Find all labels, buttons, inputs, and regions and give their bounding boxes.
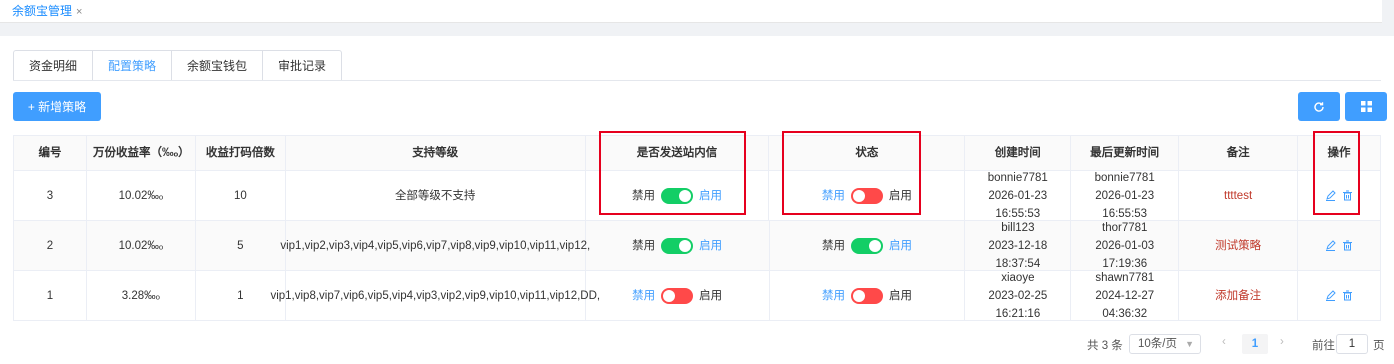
switch-on-label: 启用 (888, 289, 912, 302)
page-number-current[interactable]: 1 (1242, 334, 1268, 354)
page-unit-label: 页 (1373, 340, 1385, 352)
updated-by: shawn7781 (1095, 271, 1155, 284)
chevron-down-icon: ▼ (1185, 339, 1194, 349)
created-at: 2023-12-18 18:37:54 (988, 239, 1048, 270)
cell-status: 禁用 启用 (770, 271, 966, 320)
cell-levels: vip1,vip8,vip7,vip6,vip5,vip4,vip3,vip2,… (270, 271, 600, 320)
cell-status: 禁用 启用 (770, 221, 966, 270)
created-at: 2026-01-23 16:55:53 (988, 189, 1048, 220)
top-tab-bar: 余额宝管理 × (0, 0, 1394, 23)
updated-at: 2026-01-03 17:19:36 (1095, 239, 1155, 270)
tab-wallet[interactable]: 余额宝钱包 (171, 50, 263, 81)
message-switch[interactable] (661, 237, 694, 254)
refresh-button[interactable] (1298, 92, 1340, 121)
cell-updated: bonnie7781 2026-01-23 16:55:53 (1071, 171, 1180, 220)
prev-page-icon[interactable]: ‹ (1222, 336, 1226, 348)
cell-id: 3 (14, 171, 87, 220)
switch-on-label: 启用 (888, 239, 912, 252)
tab-approval-records[interactable]: 审批记录 (262, 50, 343, 81)
updated-by: bonnie7781 (1094, 171, 1155, 184)
add-strategy-button[interactable]: + 新增策略 (13, 92, 101, 121)
cell-created: xiaoye 2023-02-25 16:21:16 (965, 271, 1072, 320)
cell-levels: vip1,vip2,vip3,vip4,vip5,vip6,vip7,vip8,… (280, 221, 590, 270)
cell-send-message: 禁用 启用 (586, 271, 770, 320)
cell-updated: shawn7781 2024-12-27 04:36:32 (1071, 271, 1180, 320)
tab-fund-details[interactable]: 资金明细 (13, 50, 93, 81)
updated-at: 2026-01-23 16:55:53 (1095, 189, 1155, 220)
switch-on-label: 启用 (699, 289, 723, 302)
switch-off-label: 禁用 (821, 289, 845, 302)
cell-rate: 10.02‰ₒ (87, 221, 196, 270)
cell-actions (1298, 221, 1382, 270)
switch-off-label: 禁用 (632, 289, 656, 302)
header-id: 编号 (14, 136, 87, 170)
goto-page-input[interactable]: 1 (1336, 334, 1368, 354)
header-rate: 万份收益率（‰ₒ） (87, 136, 196, 170)
header-levels: 支持等级 (286, 136, 586, 170)
next-page-icon[interactable]: › (1280, 336, 1284, 348)
cell-created: bonnie7781 2026-01-23 16:55:53 (965, 171, 1072, 220)
goto-label: 前往 (1312, 340, 1335, 352)
page-size-select[interactable]: 10条/页 ▼ (1129, 334, 1201, 354)
cell-multiplier: 10 (196, 171, 286, 220)
header-created: 创建时间 (965, 136, 1072, 170)
refresh-icon (1314, 101, 1324, 112)
subtabs: 资金明细 配置策略 余额宝钱包 审批记录 (13, 50, 343, 81)
created-by: bill123 (1001, 221, 1035, 234)
switch-off-label: 禁用 (632, 239, 656, 252)
message-switch[interactable] (661, 287, 694, 304)
cell-remark: 测试策略 (1179, 221, 1299, 270)
cell-created: bill123 2023-12-18 18:37:54 (965, 221, 1072, 270)
delete-icon[interactable] (1342, 240, 1353, 251)
header-updated: 最后更新时间 (1071, 136, 1180, 170)
cell-id: 1 (14, 271, 87, 320)
cell-levels: 全部等级不支持 (286, 171, 586, 220)
divider-bar (0, 0, 1394, 36)
cell-remark: 添加备注 (1179, 271, 1299, 320)
updated-at: 2024-12-27 04:36:32 (1095, 289, 1155, 320)
cell-send-message: 禁用 启用 (586, 221, 770, 270)
table-row: 2 10.02‰ₒ 5 vip1,vip2,vip3,vip4,vip5,vip… (14, 221, 1382, 271)
created-at: 2023-02-25 16:21:16 (988, 289, 1048, 320)
tab-config-strategy[interactable]: 配置策略 (92, 50, 172, 81)
status-switch[interactable] (850, 237, 883, 254)
cell-rate: 10.02‰ₒ (87, 171, 196, 220)
close-icon[interactable]: × (76, 6, 82, 18)
created-by: bonnie7781 (987, 171, 1048, 184)
grid-icon (1360, 101, 1372, 112)
page-size-value: 10条/页 (1138, 338, 1177, 350)
created-by: xiaoye (1001, 271, 1035, 284)
updated-by: thor7781 (1102, 221, 1148, 234)
column-settings-button[interactable] (1345, 92, 1387, 121)
table-row: 1 3.28‰ₒ 1 vip1,vip8,vip7,vip6,vip5,vip4… (14, 271, 1382, 321)
cell-actions (1298, 271, 1382, 320)
pagination: 共 3 条 10条/页 ▼ ‹ 1 › 前往 1 页 (0, 334, 1394, 354)
header-multiplier: 收益打码倍数 (196, 136, 286, 170)
delete-icon[interactable] (1342, 290, 1353, 301)
highlight-actions-column (1313, 131, 1360, 215)
switch-off-label: 禁用 (821, 239, 845, 252)
status-switch[interactable] (850, 287, 883, 304)
edit-icon[interactable] (1325, 290, 1336, 301)
switch-on-label: 启用 (699, 239, 723, 252)
highlight-send-message-column (599, 131, 746, 215)
edit-icon[interactable] (1325, 240, 1336, 251)
cell-id: 2 (14, 221, 87, 270)
cell-rate: 3.28‰ₒ (87, 271, 196, 320)
pagination-total: 共 3 条 (1087, 340, 1123, 352)
highlight-status-column (782, 131, 921, 215)
cell-remark: ttttest (1179, 171, 1299, 220)
header-remark: 备注 (1179, 136, 1299, 170)
top-tab-balance-management[interactable]: 余额宝管理 × (12, 2, 82, 19)
cell-multiplier: 5 (196, 221, 286, 270)
cell-updated: thor7781 2026-01-03 17:19:36 (1071, 221, 1180, 270)
top-tab-label: 余额宝管理 (12, 4, 73, 18)
